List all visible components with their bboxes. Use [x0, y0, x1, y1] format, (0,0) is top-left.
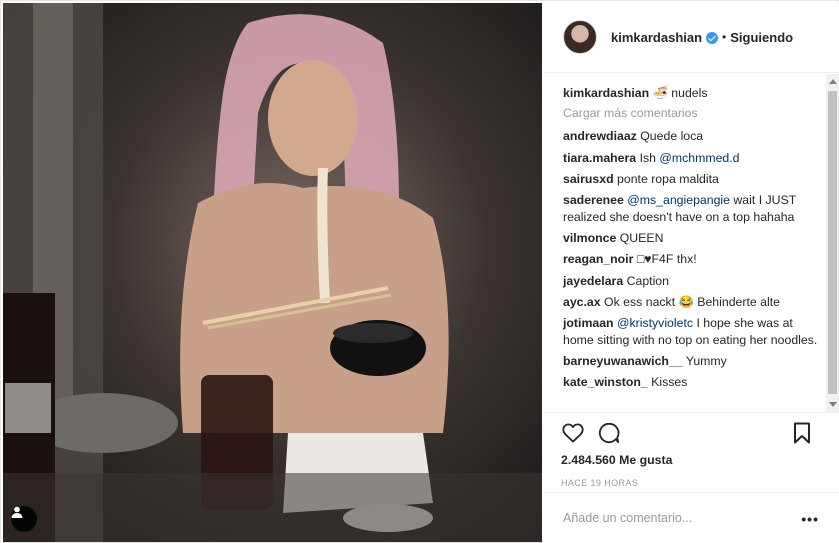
post-modal: kimkardashian • Siguiendo kimkardashian …	[0, 0, 839, 543]
comment-username[interactable]: andrewdiaaz	[563, 129, 637, 143]
comment-username[interactable]: ayc.ax	[563, 295, 601, 309]
post-header: kimkardashian • Siguiendo	[543, 2, 839, 73]
comment-text: Yummy	[685, 353, 727, 368]
comment-username[interactable]: saderenee	[563, 193, 624, 207]
bookmark-icon	[794, 422, 810, 444]
comment-item: kate_winston_ Kisses	[563, 374, 821, 391]
comment-username[interactable]: jayedelara	[563, 274, 623, 288]
comment-mention[interactable]: @ms_angiepangie	[627, 193, 730, 207]
comment-text: Quede loca	[640, 129, 704, 144]
comment-bubble-icon	[598, 422, 620, 444]
comment-text: Caption	[626, 273, 669, 288]
comment-username[interactable]: jotimaan	[563, 316, 614, 330]
scrollbar-thumb[interactable]	[828, 91, 837, 394]
comment-mention[interactable]: @kristyvioletc	[617, 316, 693, 330]
scroll-down-arrow-icon[interactable]	[829, 402, 837, 407]
scroll-up-arrow-icon[interactable]	[829, 79, 837, 84]
caption-username[interactable]: kimkardashian	[563, 86, 649, 100]
post-actions: 2.484.560 Me gusta HACE 19 HORAS	[543, 412, 839, 492]
save-button[interactable]	[793, 422, 817, 446]
following-button[interactable]: Siguiendo	[730, 30, 793, 45]
comment-username[interactable]: kate_winston_	[563, 375, 648, 389]
comments-list[interactable]: kimkardashian 🍜 nudels Cargar más coment…	[543, 74, 827, 412]
post-timestamp[interactable]: HACE 19 HORAS	[561, 478, 839, 488]
caption-text: 🍜 nudels	[652, 86, 708, 100]
comment-text: QUEEN	[619, 230, 664, 245]
comment-text: ponte ropa maldita	[617, 171, 719, 186]
comment-username[interactable]: sairusxd	[563, 172, 614, 186]
header-username[interactable]: kimkardashian	[611, 30, 702, 45]
comment-button[interactable]	[597, 421, 621, 445]
comment-item: jotimaan @kristyvioletc I hope she was a…	[563, 315, 821, 348]
comment-username[interactable]: barneyuwanawich__	[563, 354, 683, 368]
comment-text: Ish	[639, 150, 660, 165]
comment-item: vilmonce QUEEN	[563, 230, 821, 247]
comment-item: jayedelara Caption	[563, 273, 821, 290]
like-button[interactable]	[561, 421, 585, 445]
comment-text: □♥F4F thx!	[636, 252, 697, 267]
comment-text: Kisses	[651, 375, 688, 390]
comment-item: saderenee @ms_angiepangie wait I JUST re…	[563, 192, 821, 225]
separator-dot: •	[722, 30, 727, 44]
comment-mention[interactable]: @mchmmed.d	[659, 151, 739, 165]
post-sidebar: kimkardashian • Siguiendo kimkardashian …	[543, 2, 839, 543]
comments-scrollbar[interactable]	[826, 74, 839, 412]
tagged-users-button[interactable]	[11, 506, 37, 532]
post-photo[interactable]	[3, 3, 542, 542]
comment-item: sairusxd ponte ropa maldita	[563, 171, 821, 188]
avatar[interactable]	[563, 20, 597, 54]
comment-item: tiara.mahera Ish @mchmmed.d	[563, 150, 821, 167]
comment-item: andrewdiaaz Quede loca	[563, 128, 821, 145]
comment-username[interactable]: tiara.mahera	[563, 151, 636, 165]
comment-text: Ok ess nackt 😂 Behinderte alte	[604, 294, 780, 309]
comment-username[interactable]: vilmonce	[563, 231, 616, 245]
verified-badge-icon	[706, 32, 719, 44]
heart-icon	[562, 423, 584, 443]
likes-count[interactable]: 2.484.560 Me gusta	[561, 453, 839, 467]
load-more-comments-button[interactable]: Cargar más comentarios	[563, 106, 827, 120]
add-comment-input[interactable]	[563, 511, 793, 525]
add-comment-bar: •••	[543, 492, 839, 543]
photo-illustration	[3, 3, 542, 542]
more-options-button[interactable]: •••	[801, 511, 819, 527]
comment-username[interactable]: reagan_noir	[563, 252, 633, 266]
person-icon	[11, 506, 23, 518]
comment-item: reagan_noir □♥F4F thx!	[563, 251, 821, 268]
comment-item: barneyuwanawich__ Yummy	[563, 353, 821, 370]
caption: kimkardashian 🍜 nudels	[563, 85, 821, 102]
comment-item: ayc.ax Ok ess nackt 😂 Behinderte alte	[563, 294, 821, 311]
